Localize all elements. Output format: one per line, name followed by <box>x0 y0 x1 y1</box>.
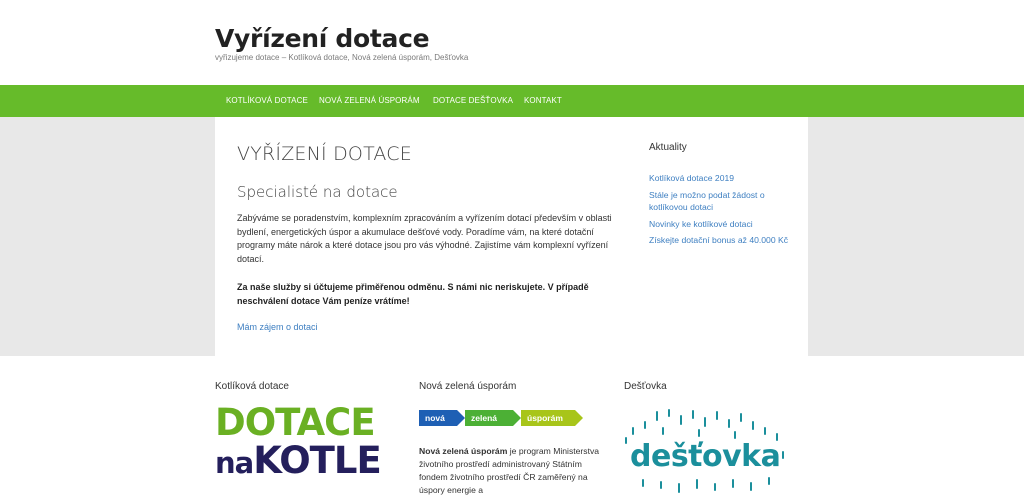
destovka-logo-word[interactable]: dešťovka <box>630 439 781 474</box>
news-item[interactable]: Získejte dotační bonus až 40.000 Kč <box>649 234 789 247</box>
nav-item-kotlikova-dotace[interactable]: KOTLÍKOVÁ DOTACE <box>226 85 308 117</box>
nzu-logo-zelena: zelená <box>465 410 521 426</box>
interest-link[interactable]: Mám zájem o dotaci <box>237 322 318 332</box>
logo-line-kotle: naKOTLE <box>215 439 382 482</box>
widget-title-kotlikova: Kotlíková dotace <box>215 381 289 392</box>
page-title: VYŘÍZENÍ DOTACE <box>237 143 412 165</box>
guarantee-paragraph: Za naše služby si účtujeme přiměřenou od… <box>237 282 589 306</box>
nav-item-nova-zelena-usporam[interactable]: NOVÁ ZELENÁ ÚSPORÁM <box>319 85 420 117</box>
sidebar-title: Aktuality <box>649 142 687 153</box>
section-subtitle: Specialisté na dotace <box>237 183 398 201</box>
nzu-logo-nova: nová <box>419 410 465 426</box>
site-description: vyřizujeme dotace – Kotlíková dotace, No… <box>215 53 469 62</box>
nav-item-kontakt[interactable]: KONTAKT <box>524 85 562 117</box>
intro-paragraph: Zabýváme se poradenstvím, komplexním zpr… <box>237 213 612 264</box>
news-item[interactable]: Novinky ke kotlíkové dotaci <box>649 218 789 231</box>
dotace-na-kotle-logo[interactable]: DOTACE naKOTLE <box>215 401 382 482</box>
nzu-description: Nová zelená úsporám je program Ministers… <box>419 445 601 497</box>
logo-word-kotle: KOTLE <box>253 439 382 482</box>
news-item[interactable]: Kotlíková dotace 2019 <box>649 172 789 185</box>
site-header: Vyřízení dotace vyřizujeme dotace – Kotl… <box>0 0 1024 85</box>
logo-line-dotace: DOTACE <box>215 401 376 444</box>
nova-zelena-usporam-logo[interactable]: nová zelená úsporám <box>419 410 589 426</box>
logo-word-na: na <box>215 446 254 480</box>
widget-title-nzu: Nová zelená úsporám <box>419 381 517 392</box>
nzu-logo-usporam: úsporám <box>521 410 583 426</box>
news-item[interactable]: Stále je možno podat žádost o kotlíkovou… <box>649 189 789 214</box>
news-list: Kotlíková dotace 2019 Stále je možno pod… <box>649 172 789 251</box>
site-title[interactable]: Vyřízení dotace <box>215 24 430 53</box>
nzu-description-bold: Nová zelená úsporám <box>419 446 508 456</box>
widget-title-destovka: Dešťovka <box>624 381 667 392</box>
main-navigation: KOTLÍKOVÁ DOTACE NOVÁ ZELENÁ ÚSPORÁM DOT… <box>0 85 1024 117</box>
nav-item-dotace-destovka[interactable]: DOTACE DEŠŤOVKA <box>433 85 513 117</box>
